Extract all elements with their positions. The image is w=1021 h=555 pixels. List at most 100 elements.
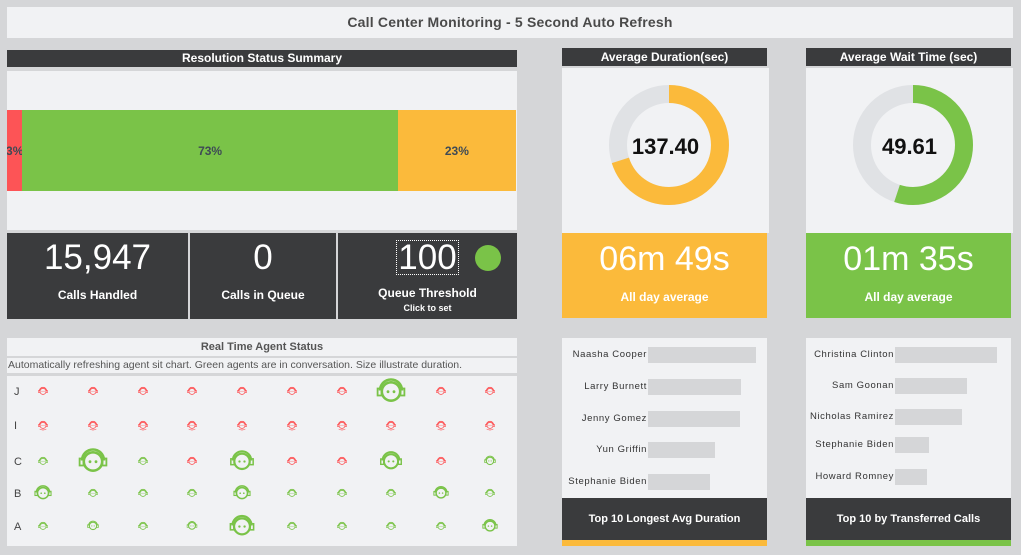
top-duration-title: Top 10 Longest Avg Duration <box>562 498 767 540</box>
agent-idle-icon[interactable] <box>336 454 348 472</box>
queue-threshold-input[interactable]: 100 <box>396 240 459 275</box>
agent-in-conversation-icon[interactable] <box>227 446 257 481</box>
agent-in-conversation-icon[interactable] <box>137 454 149 472</box>
agent-idle-icon[interactable] <box>87 384 99 402</box>
agent-idle-icon[interactable] <box>435 454 447 472</box>
calls-in-queue-label: Calls in Queue <box>221 288 305 302</box>
list-item: Naasha Cooper <box>562 347 767 363</box>
resolution-segment: 73% <box>22 110 398 191</box>
top-transferred-list: Christina Clinton Sam Goonan Nicholas Rami… <box>806 338 1011 498</box>
agent-idle-icon[interactable] <box>286 454 298 472</box>
resolution-segment-label: 23% <box>444 143 469 158</box>
agent-idle-icon[interactable] <box>137 418 149 436</box>
list-item: Sam Goonan <box>806 378 1011 394</box>
calls-in-queue-value: 0 <box>253 238 273 277</box>
agent-in-conversation-icon[interactable] <box>377 447 405 480</box>
agent-in-conversation-icon[interactable] <box>37 519 49 537</box>
agent-idle-icon[interactable] <box>137 384 149 402</box>
queue-threshold-tile[interactable]: 100 Queue Threshold Click to set <box>338 233 517 319</box>
agent-idle-icon[interactable] <box>484 384 496 402</box>
resolution-stacked-bar: 3% 73% 23% <box>7 110 516 191</box>
agent-in-conversation-icon[interactable] <box>86 518 100 537</box>
agent-in-conversation-icon[interactable] <box>286 519 298 537</box>
click-to-set-hint: Click to set <box>403 303 452 313</box>
agent-idle-icon[interactable] <box>87 418 99 436</box>
value-bar <box>895 409 962 425</box>
resolution-summary-header: Resolution Status Summary <box>7 50 517 67</box>
agent-idle-icon[interactable] <box>186 454 198 472</box>
calls-handled-label: Calls Handled <box>57 288 138 302</box>
agent-status-header: Real Time Agent Status <box>7 338 517 356</box>
seat-row-label: J <box>14 386 20 398</box>
list-item: Jenny Gomez <box>562 411 767 427</box>
agent-in-conversation-icon[interactable] <box>87 486 99 504</box>
agent-idle-icon[interactable] <box>186 418 198 436</box>
value-bar <box>648 411 740 427</box>
agent-idle-icon[interactable] <box>186 384 198 402</box>
agent-in-conversation-icon[interactable] <box>336 519 348 537</box>
agent-in-conversation-icon[interactable] <box>137 519 149 537</box>
agent-in-conversation-icon[interactable] <box>385 486 397 504</box>
agent-idle-icon[interactable] <box>435 418 447 436</box>
avg-duration-panel: 137.40 <box>562 68 769 233</box>
agent-in-conversation-icon[interactable] <box>286 486 298 504</box>
queue-threshold-label: Queue Threshold <box>378 286 477 300</box>
agent-name: Yun Griffin <box>596 444 647 455</box>
agent-in-conversation-icon[interactable] <box>385 519 397 537</box>
agent-idle-icon[interactable] <box>286 418 298 436</box>
agent-in-conversation-icon[interactable] <box>186 486 198 504</box>
agent-in-conversation-icon[interactable] <box>483 453 497 472</box>
avg-wait-panel: 49.61 <box>806 68 1013 233</box>
avg-wait-all-day-label: All day average <box>864 290 953 304</box>
agent-in-conversation-icon[interactable] <box>435 519 447 537</box>
value-bar <box>648 442 715 458</box>
seat-row-label: C <box>14 456 22 468</box>
avg-duration-all-day-tile: 06m 49s All day average <box>562 233 767 318</box>
seat-row-label: A <box>14 521 22 533</box>
agent-in-conversation-icon[interactable] <box>37 454 49 472</box>
agent-seat-chart: J I C B A <box>7 376 517 546</box>
agent-name: Stephanie Biden <box>568 476 647 487</box>
agent-in-conversation-icon[interactable] <box>75 443 111 484</box>
agent-idle-icon[interactable] <box>385 418 397 436</box>
agent-name: Jenny Gomez <box>581 413 647 424</box>
avg-wait-all-day-tile: 01m 35s All day average <box>806 233 1011 318</box>
agent-in-conversation-icon[interactable] <box>137 486 149 504</box>
agent-idle-icon[interactable] <box>37 418 49 436</box>
resolution-segment: 3% <box>7 110 23 191</box>
agent-in-conversation-icon[interactable] <box>373 373 409 414</box>
agent-idle-icon[interactable] <box>236 384 248 402</box>
calls-handled-tile: 15,947 Calls Handled <box>7 233 188 319</box>
resolution-segment-label: 73% <box>198 143 223 158</box>
avg-wait-header: Average Wait Time (sec) <box>806 48 1011 66</box>
agent-in-conversation-icon[interactable] <box>484 486 496 504</box>
agent-in-conversation-icon[interactable] <box>231 482 253 509</box>
avg-wait-all-day-value: 01m 35s <box>843 240 974 278</box>
agent-status-description: Automatically refreshing agent sit chart… <box>7 358 517 373</box>
agent-in-conversation-icon[interactable] <box>226 510 257 546</box>
list-item: Yun Griffin <box>562 442 767 458</box>
agent-idle-icon[interactable] <box>236 418 248 436</box>
agent-in-conversation-icon[interactable] <box>185 519 198 537</box>
queue-status-indicator-icon <box>475 245 501 271</box>
agent-in-conversation-icon[interactable] <box>32 482 54 509</box>
value-bar <box>648 347 756 363</box>
agent-in-conversation-icon[interactable] <box>431 483 450 507</box>
resolution-summary-panel: 3% 73% 23% <box>7 71 517 230</box>
agent-idle-icon[interactable] <box>336 384 348 402</box>
top-duration-list: Naasha Cooper Larry Burnett Jenny Gomez Yun… <box>562 338 767 498</box>
value-bar <box>895 469 927 485</box>
agent-idle-icon[interactable] <box>336 418 348 436</box>
value-bar <box>895 378 967 394</box>
avg-wait-value: 49.61 <box>881 134 938 159</box>
agent-idle-icon[interactable] <box>484 418 496 436</box>
avg-duration-all-day-value: 06m 49s <box>599 240 730 278</box>
agent-idle-icon[interactable] <box>286 384 298 402</box>
avg-duration-header: Average Duration(sec) <box>562 48 767 66</box>
agent-in-conversation-icon[interactable] <box>480 516 499 540</box>
agent-name: Nicholas Ramirez <box>809 411 894 422</box>
list-item: Howard Romney <box>806 469 1011 485</box>
agent-idle-icon[interactable] <box>37 384 49 402</box>
agent-idle-icon[interactable] <box>435 384 447 402</box>
agent-in-conversation-icon[interactable] <box>336 486 348 504</box>
